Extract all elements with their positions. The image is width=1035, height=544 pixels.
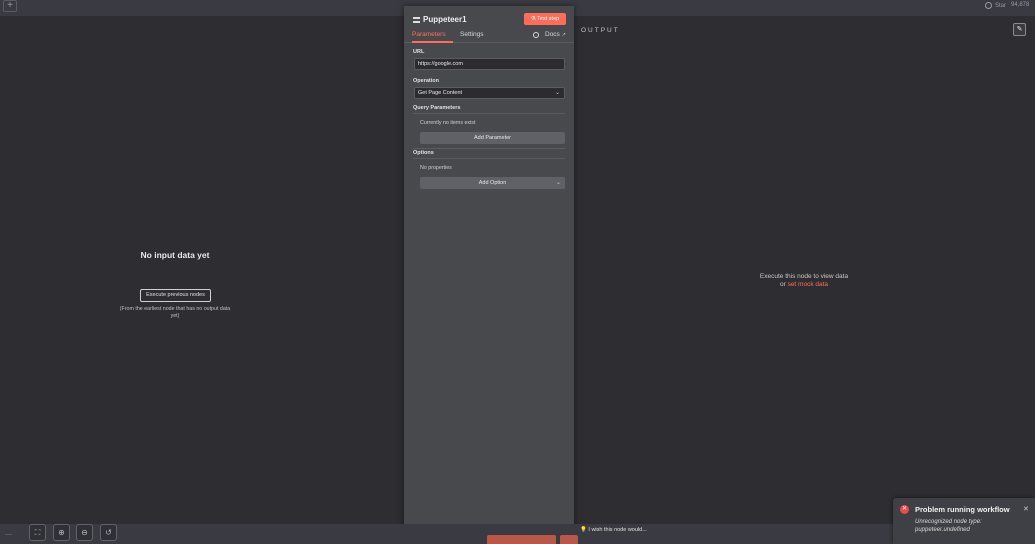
operation-select[interactable]: Get Page Content ⌄ xyxy=(414,87,565,99)
output-label: OUTPUT xyxy=(581,27,620,34)
feedback-text: I wish this node would... xyxy=(588,527,647,533)
error-icon: ✕ xyxy=(900,505,909,514)
options-label: Options xyxy=(413,150,434,156)
add-option-button[interactable]: Add Option ⌄ xyxy=(420,177,565,189)
zoom-in-icon[interactable]: ⊕ xyxy=(53,524,70,541)
github-star-button[interactable]: Star xyxy=(985,2,1006,9)
plus-icon[interactable]: + xyxy=(3,0,17,12)
node-title[interactable]: Puppeteer1 xyxy=(423,15,467,24)
canvas-controls-bar: — ⛶ ⊕ ⊖ ↺ 💡 I wish this node would... xyxy=(0,524,1035,544)
node-settings-modal: Puppeteer1 ⚗ Test step Parameters Settin… xyxy=(404,6,574,534)
workflow-action-button[interactable] xyxy=(560,535,578,544)
feedback-link[interactable]: 💡 I wish this node would... xyxy=(580,527,647,533)
chevron-down-icon: ⌄ xyxy=(555,180,561,186)
node-icon xyxy=(413,17,420,23)
github-star-count: 94,878 xyxy=(1011,2,1030,8)
zoom-out-icon[interactable]: ⊖ xyxy=(76,524,93,541)
close-icon[interactable]: ✕ xyxy=(1023,505,1029,513)
pencil-icon[interactable]: ✎ xyxy=(1013,23,1026,36)
output-or-text: or xyxy=(779,281,788,288)
app-root: + Star 94,878 No input data yet Execute … xyxy=(0,0,1035,544)
query-parameters-label: Query Parameters xyxy=(413,105,461,111)
no-input-title: No input data yet xyxy=(140,250,210,260)
reset-zoom-icon[interactable]: ↺ xyxy=(100,524,117,541)
external-link-icon: ↗ xyxy=(561,32,566,38)
toast-title: Problem running workflow xyxy=(915,505,1010,514)
docs-label: Docs xyxy=(545,31,560,38)
tab-parameters[interactable]: Parameters xyxy=(412,31,446,38)
globe-icon xyxy=(533,32,539,38)
set-mock-data-link[interactable]: set mock data xyxy=(788,281,828,288)
test-step-button[interactable]: ⚗ Test step xyxy=(524,13,566,25)
error-toast: ✕ Problem running workflow ✕ Unrecognize… xyxy=(893,498,1035,544)
toast-message: Unrecognized node type: puppeteer.undefi… xyxy=(915,519,982,533)
minimap-toggle[interactable]: — xyxy=(5,531,12,538)
test-step-label: Test step xyxy=(537,16,560,22)
output-panel: OUTPUT ✎ Execute this node to view data … xyxy=(574,16,1035,524)
active-tab-indicator xyxy=(412,41,453,43)
execute-workflow-button[interactable] xyxy=(487,535,556,544)
node-tabs: Parameters Settings Docs ↗ xyxy=(404,30,574,43)
zoom-to-fit-icon[interactable]: ⛶ xyxy=(29,524,46,541)
divider xyxy=(413,113,565,114)
lightbulb-icon: 💡 xyxy=(580,527,587,533)
query-empty-note: Currently no items exist xyxy=(420,120,476,126)
github-star-label: Star xyxy=(995,2,1007,9)
chevron-down-icon: ⌄ xyxy=(554,90,560,96)
docs-link[interactable]: Docs ↗ xyxy=(545,31,566,38)
url-label: URL xyxy=(413,49,425,55)
execute-note: (From the earliest node that has no outp… xyxy=(119,306,231,319)
output-message: Execute this node to view data or set mo… xyxy=(734,273,874,289)
add-option-label: Add Option xyxy=(478,180,507,186)
output-message-line: Execute this node to view data xyxy=(759,273,849,280)
divider xyxy=(413,158,565,159)
github-icon xyxy=(985,2,992,9)
operation-label: Operation xyxy=(413,78,439,84)
tab-settings[interactable]: Settings xyxy=(460,31,484,38)
url-input[interactable]: https://google.com xyxy=(414,58,565,70)
input-panel: No input data yet Execute previous nodes… xyxy=(0,16,404,524)
divider xyxy=(413,148,565,149)
operation-value: Get Page Content xyxy=(418,90,463,96)
options-empty-note: No properties xyxy=(420,165,452,171)
execute-previous-nodes-button[interactable]: Execute previous nodes xyxy=(140,289,211,302)
add-parameter-button[interactable]: Add Parameter xyxy=(420,132,565,144)
